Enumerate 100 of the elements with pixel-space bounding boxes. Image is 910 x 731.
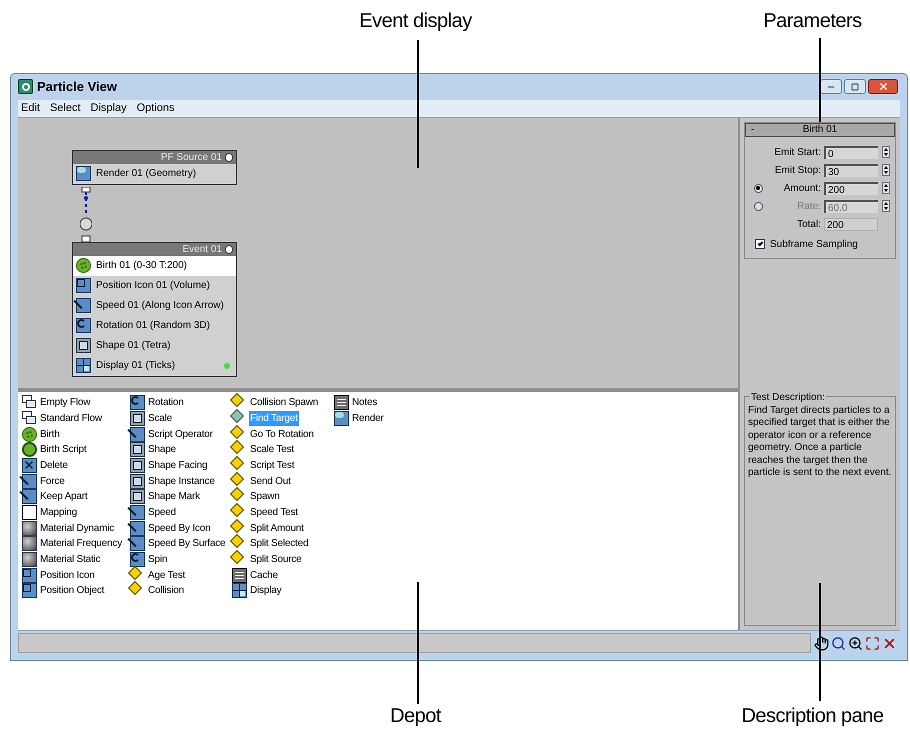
close-button[interactable] <box>868 79 898 94</box>
maximize-icon <box>851 82 859 91</box>
depot-item[interactable]: Notes <box>351 395 378 410</box>
rollout-header[interactable]: - Birth 01 <box>745 122 895 137</box>
depot-item[interactable]: Force <box>39 474 66 489</box>
depot-item[interactable]: Empty Flow <box>39 395 92 410</box>
depot-item[interactable]: Material Static <box>39 552 102 568</box>
checkbox-label: Subframe Sampling <box>770 238 858 252</box>
depot-item[interactable]: Speed Test <box>249 504 299 520</box>
number-field[interactable]: 0 <box>824 146 878 159</box>
depot-item[interactable]: Speed By Icon <box>147 520 212 536</box>
swirl-square-icon <box>76 318 91 334</box>
menu-item[interactable]: Edit <box>21 100 40 117</box>
node-item[interactable]: Shape 01 (Tetra) <box>73 336 236 356</box>
collapse-toggle[interactable]: - <box>751 122 771 138</box>
document-icon <box>232 568 247 583</box>
node-item[interactable]: Birth 01 (0-30 T:200) <box>73 256 236 276</box>
number-field[interactable]: 200 <box>824 182 878 195</box>
maximize-button[interactable] <box>844 79 866 94</box>
zoom-region-icon[interactable] <box>848 636 863 651</box>
radio-button[interactable] <box>754 184 762 193</box>
node-item[interactable]: Rotation 01 (Random 3D) <box>73 316 236 336</box>
depot-item[interactable]: Script Operator <box>147 426 214 442</box>
windows-icon <box>22 410 37 426</box>
close-icon <box>878 81 888 92</box>
depot-item[interactable]: Spawn <box>249 489 281 504</box>
item-label: Shape 01 (Tetra) <box>96 339 170 354</box>
number-field[interactable]: 30 <box>824 164 878 177</box>
field-label: Amount: <box>782 182 821 196</box>
depot-item[interactable]: Shape Facing <box>147 458 208 473</box>
lightbulb-icon[interactable] <box>225 152 233 162</box>
grid-square-icon <box>232 583 247 598</box>
window-title: Particle View <box>37 78 117 96</box>
swirl-square-icon <box>130 552 145 568</box>
zoom-icon[interactable] <box>831 636 846 651</box>
depot-item[interactable]: Split Source <box>249 552 303 568</box>
depot-item[interactable]: Go To Rotation <box>249 426 315 442</box>
depot-item[interactable]: Shape Mark <box>147 489 201 504</box>
depot-item[interactable]: Standard Flow <box>39 410 103 426</box>
depot-item[interactable]: Display <box>249 583 282 598</box>
node-item[interactable]: Display 01 (Ticks) <box>73 356 236 376</box>
depot-item[interactable]: Delete <box>39 458 69 473</box>
zoom-extents-icon[interactable] <box>865 636 880 651</box>
depot-item[interactable]: Keep Apart <box>39 489 88 504</box>
event-node[interactable]: PF Source 01 Render 01 (Geometry) <box>72 150 237 185</box>
spinner-arrows-icon[interactable] <box>882 182 890 194</box>
item-label: Display 01 (Ticks) <box>96 359 176 374</box>
depot-item[interactable]: Send Out <box>249 474 292 489</box>
minimize-button[interactable] <box>820 79 842 94</box>
menu-item[interactable]: Select <box>50 100 81 117</box>
frame-square-icon <box>22 568 37 583</box>
depot-item[interactable]: Mapping <box>39 504 78 520</box>
item-label: Birth 01 (0-30 T:200) <box>96 259 187 274</box>
spinner-arrows-icon[interactable] <box>882 200 890 212</box>
pan-hand-icon[interactable] <box>814 636 829 651</box>
spinner-arrows-icon[interactable] <box>882 146 890 158</box>
depot-item[interactable]: Age Test <box>147 568 186 583</box>
depot-item[interactable]: Material Dynamic <box>39 520 116 536</box>
node-item[interactable]: Render 01 (Geometry) <box>73 164 236 184</box>
depot-item[interactable]: Material Frequency <box>39 536 123 552</box>
depot-item[interactable]: Rotation <box>147 395 185 410</box>
depot-item[interactable]: Split Selected <box>249 536 310 552</box>
depot-item[interactable]: Split Amount <box>249 520 305 536</box>
depot-item[interactable]: Script Test <box>249 458 296 473</box>
lens-square-icon <box>334 410 349 426</box>
depot-item[interactable]: Position Icon <box>39 568 96 583</box>
item-label: Rotation 01 (Random 3D) <box>96 319 210 334</box>
windows-icon <box>22 395 37 410</box>
diagonal-square-icon <box>22 489 37 504</box>
menu-item[interactable]: Options <box>136 100 175 117</box>
depot-item[interactable]: Shape <box>147 442 177 458</box>
cross-icon <box>22 458 37 473</box>
event-node[interactable]: Event 01 Birth 01 (0-30 T:200) Position Icon 01 (Volume) Speed 01 (Along Icon Arrow) Rotation 01 (Random 3D) Shape 01 (Tetra) Display 01 (Ticks) <box>72 242 237 377</box>
node-title: Event 01 <box>182 242 222 257</box>
menu-item[interactable]: Display <box>90 100 127 117</box>
depot-item[interactable]: Speed By Surface <box>147 536 226 552</box>
field-label: Emit Stop: <box>774 164 821 178</box>
depot-item[interactable]: Render <box>351 410 385 426</box>
depot-item[interactable]: Collision Spawn <box>249 395 320 410</box>
group-title: Test Description: <box>750 390 826 405</box>
depot-item[interactable]: Shape Instance <box>147 474 216 489</box>
diagonal-square-icon <box>130 536 145 552</box>
lightbulb-icon[interactable] <box>225 244 233 254</box>
depot-item[interactable]: Cache <box>249 568 279 583</box>
depot-item[interactable]: Scale Test <box>249 442 295 458</box>
depot-item[interactable]: Position Object <box>39 583 106 598</box>
item-label: Speed 01 (Along Icon Arrow) <box>96 299 224 314</box>
depot-item[interactable]: Collision <box>147 583 185 598</box>
depot-item[interactable]: Scale <box>147 410 174 426</box>
depot-item[interactable]: Speed <box>147 504 177 520</box>
layered-square-icon <box>130 474 145 489</box>
node-item[interactable]: Position Icon 01 (Volume) <box>73 276 236 296</box>
total-readout: 200 <box>824 218 878 231</box>
node-item[interactable]: Speed 01 (Along Icon Arrow) <box>73 296 236 316</box>
checkbox[interactable] <box>755 239 765 250</box>
spinner-arrows-icon[interactable] <box>882 164 890 176</box>
depot-item[interactable]: Birth <box>39 426 61 442</box>
layered-square-icon <box>76 338 91 354</box>
depot-item[interactable]: Spin <box>147 552 168 568</box>
depot-item[interactable]: Birth Script <box>39 442 88 458</box>
